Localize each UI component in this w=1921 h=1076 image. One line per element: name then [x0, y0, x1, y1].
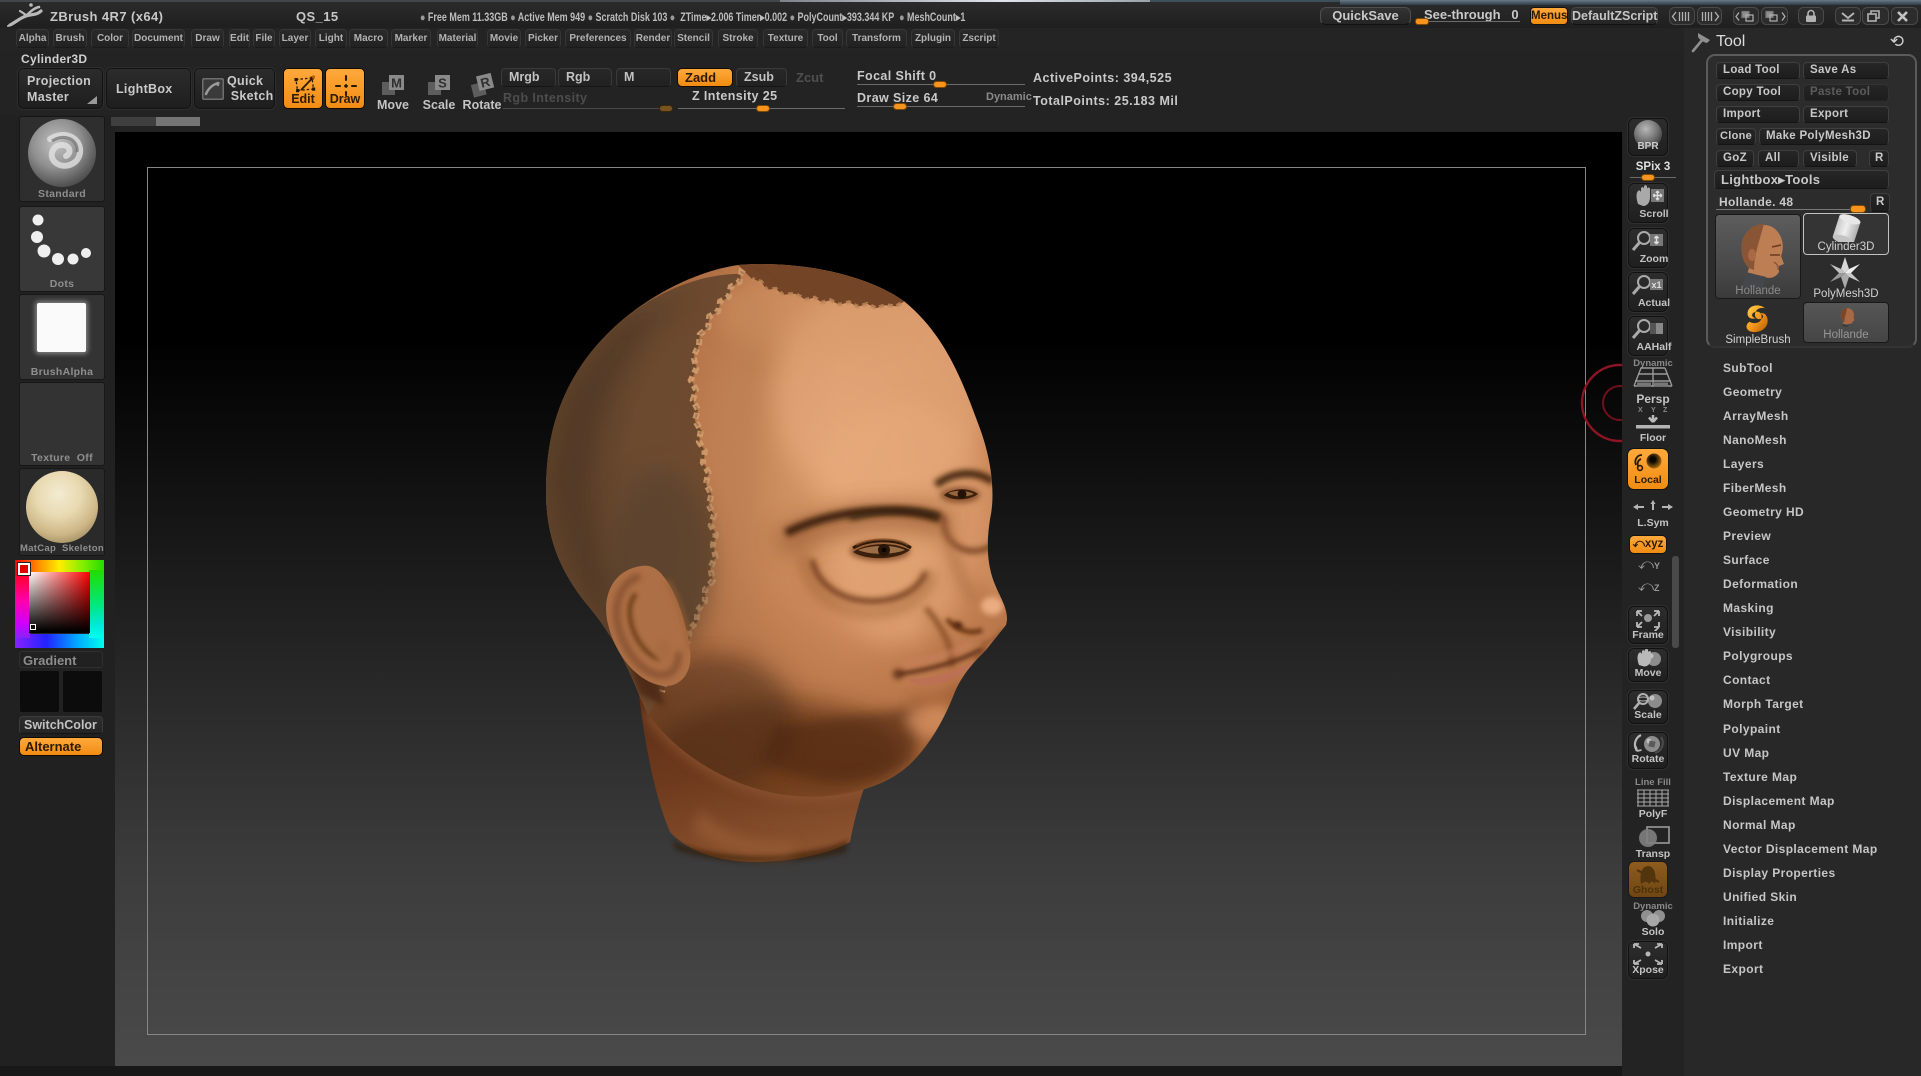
svg-text:x1: x1 [1651, 280, 1661, 290]
svg-text:M: M [391, 76, 402, 91]
svg-text:S: S [438, 76, 447, 91]
svg-text:BPR: BPR [1637, 141, 1659, 152]
svg-text:Z: Z [1663, 407, 1668, 413]
svg-text:Y: Y [1651, 407, 1656, 413]
svg-text:X: X [1638, 407, 1643, 413]
